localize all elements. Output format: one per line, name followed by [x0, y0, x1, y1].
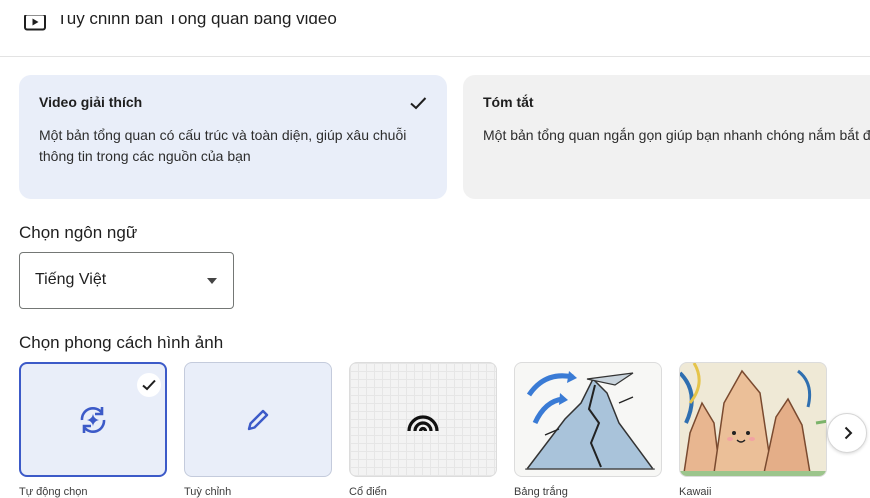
video-play-icon [24, 13, 46, 31]
style-tile-classic[interactable] [349, 362, 497, 477]
style-tile-kawaii[interactable] [679, 362, 827, 477]
rainbow-arcs-icon [407, 414, 439, 431]
language-select[interactable]: Tiếng Việt [19, 252, 234, 309]
chevron-right-icon [844, 426, 853, 440]
format-card-summary[interactable]: Tóm tắt Một bản tổng quan ngắn gọn giúp … [463, 75, 870, 199]
carousel-next-button[interactable] [827, 413, 867, 453]
format-card-description: Một bản tổng quan có cấu trúc và toàn di… [39, 127, 407, 164]
style-tile-label: Tuỳ chỉnh [184, 486, 232, 498]
kawaii-mountains-image [680, 363, 826, 476]
check-icon [410, 97, 427, 110]
check-icon [142, 379, 156, 391]
format-card-title: Video giải thích [39, 94, 143, 110]
auto-sparkle-icon [80, 406, 106, 433]
style-tile-label: Tự động chọn [19, 486, 88, 498]
format-card-explainer[interactable]: Video giải thích Một bản tổng quan có cấ… [19, 75, 447, 199]
language-section-label: Chọn ngôn ngữ [19, 223, 138, 242]
style-tile-custom[interactable] [184, 362, 332, 477]
dropdown-arrow-icon [207, 278, 217, 284]
language-select-value: Tiếng Việt [35, 271, 107, 288]
pencil-icon [247, 409, 269, 430]
header-top-mask [0, 0, 870, 15]
format-card-description: Một bản tổng quan ngắn gọn giúp bạn nhan… [483, 127, 870, 143]
style-tile-auto[interactable] [19, 362, 167, 477]
volcano-sketch-image [525, 371, 655, 470]
style-tile-label: Kawaii [679, 486, 712, 498]
style-tile-label: Bảng trắng [514, 486, 568, 498]
format-card-title: Tóm tắt [483, 94, 534, 110]
style-tile-label: Cổ điển [349, 486, 387, 498]
visual-style-section-label: Chọn phong cách hình ảnh [19, 333, 224, 352]
style-tile-whiteboard[interactable] [514, 362, 662, 477]
dialog-header: Tuỳ chỉnh bản Tổng quan bằng video [0, 0, 870, 57]
selected-check-badge [137, 373, 161, 397]
